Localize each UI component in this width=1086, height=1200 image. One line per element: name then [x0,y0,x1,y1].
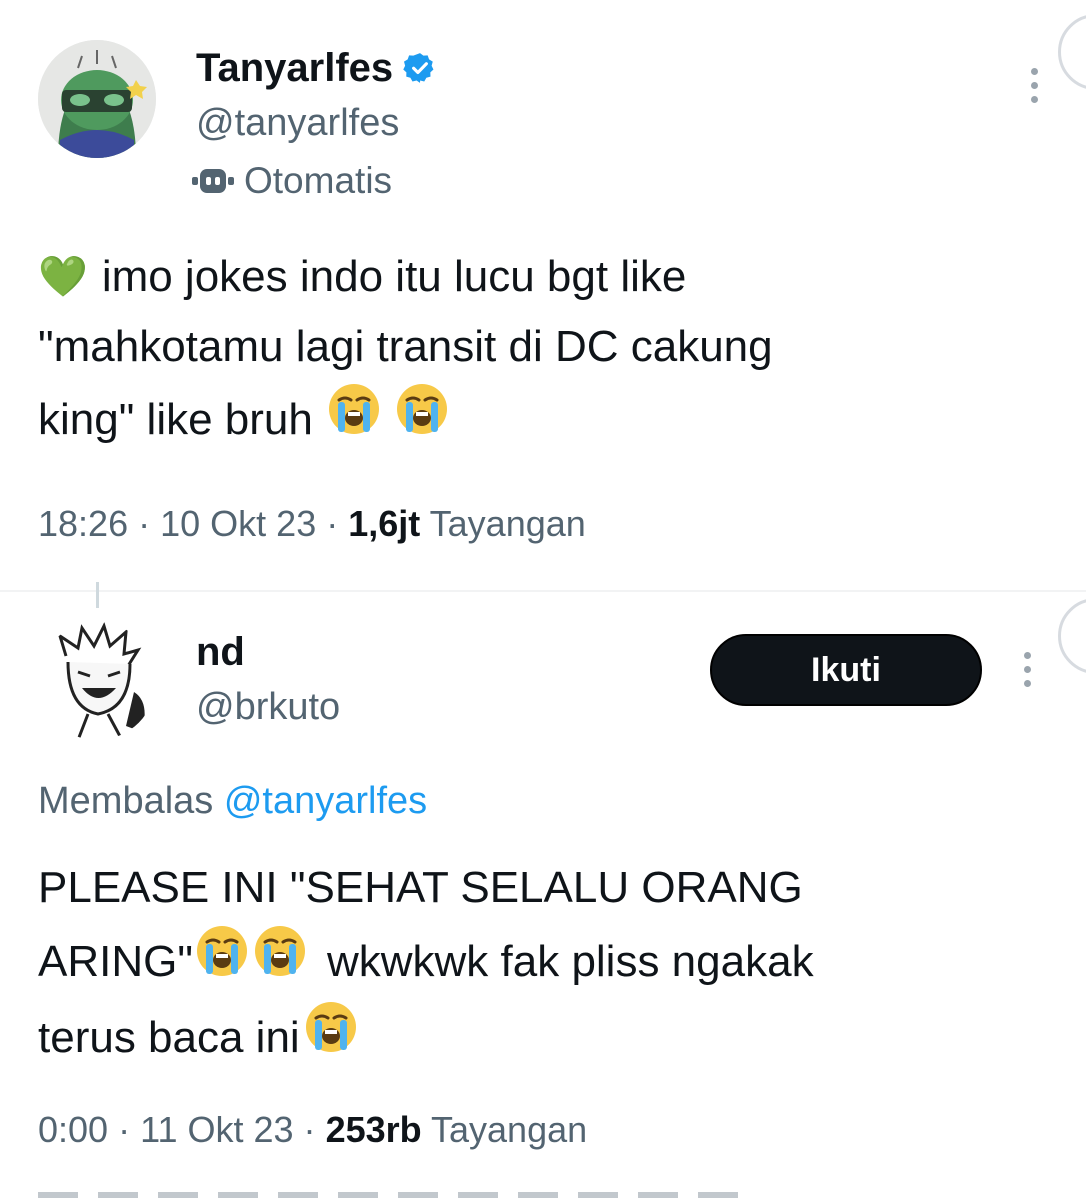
loudly-crying-face-emoji [304,1000,358,1076]
tweet-meta: 18:26 · 10 Okt 23 · 1,6jt Tayangan [38,506,586,542]
tweet-time[interactable]: 18:26 [38,503,128,544]
tweet-date[interactable]: 10 Okt 23 [160,503,316,544]
tweet-line-3-text: king" like bruh [38,394,313,444]
more-options-icon[interactable] [1027,68,1041,103]
thread-line [96,582,99,608]
author-handle[interactable]: @tanyarlfes [196,104,399,142]
tweet-text-line-1: 💚 imo jokes indo itu lucu bgt like [38,242,1058,312]
partial-action-button[interactable] [1058,14,1086,90]
reply-text: PLEASE INI "SEHAT SELALU ORANG ARING" wk… [38,852,1058,1076]
avatar-tanyarlfes[interactable] [38,40,156,158]
divider [0,590,1086,592]
verified-badge-icon [403,51,437,85]
reply-date[interactable]: 11 Okt 23 [140,1109,293,1150]
reply-line-2-text-a: ARING" [38,937,193,986]
more-options-icon[interactable] [1020,652,1034,687]
follow-button[interactable]: Ikuti [710,634,982,706]
reply-author-name[interactable]: nd [196,632,245,672]
view-count: 1,6jt [348,503,421,544]
replying-prefix: Membalas [38,780,214,822]
reply-meta: 0:00 · 11 Okt 23 · 253rb Tayangan [38,1112,587,1148]
reply-view-count: 253rb [325,1109,422,1150]
reply-line-2-text-b: wkwkwk fak pliss ngakak [326,937,814,986]
separator: · [138,503,151,544]
separator: · [303,1109,316,1150]
tweet-text: 💚 imo jokes indo itu lucu bgt like "mahk… [38,242,1058,457]
reply-time[interactable]: 0:00 [38,1109,108,1150]
reply-line-1-text: PLEASE INI "SEHAT SELALU ORANG [38,863,803,912]
replying-to-link[interactable]: @tanyarlfes [224,780,427,822]
tweet-line-2-text: "mahkotamu lagi transit di DC cakung [38,322,773,371]
author-row: Tanyarlfes [196,48,437,88]
replying-to: Membalas @tanyarlfes [38,782,427,820]
green-heart-emoji: 💚 [38,255,88,299]
tweet-text-line-3: king" like bruh [38,382,1058,457]
loudly-crying-face-emoji [327,382,381,457]
automated-row: Otomatis [190,162,392,199]
avatar-image [38,40,156,158]
separator: · [326,503,339,544]
partial-action-button[interactable] [1058,598,1086,674]
reply-text-line-3: terus baca ini [38,1000,1058,1076]
avatar-image [38,622,156,740]
avatar-brkuto[interactable] [38,622,156,740]
loudly-crying-face-emoji [395,382,449,457]
tweet-line-1-text: imo jokes indo itu lucu bgt like [101,252,687,301]
reply-text-line-2: ARING" wkwkwk fak pliss ngakak [38,924,1058,1000]
reply-author-handle[interactable]: @brkuto [196,688,340,726]
automated-label: Otomatis [244,160,393,201]
separator: · [118,1109,131,1150]
bot-icon [190,163,236,199]
loudly-crying-face-emoji [253,924,307,1000]
cropped-meta-ghost [38,1186,738,1200]
author-name[interactable]: Tanyarlfes [196,48,393,88]
views-label: Tayangan [429,503,586,544]
reply-line-3-text: terus baca ini [38,1013,300,1062]
loudly-crying-face-emoji [195,924,249,1000]
reply-views-label: Tayangan [431,1109,588,1150]
